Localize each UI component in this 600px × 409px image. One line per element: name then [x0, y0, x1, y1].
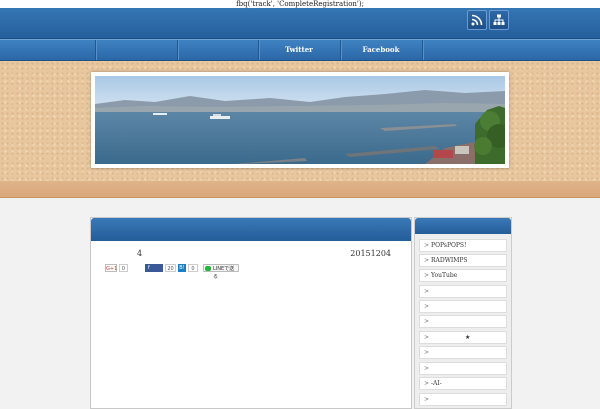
- sidebar-item[interactable]: >: [419, 315, 507, 328]
- sidebar-header-bar: [415, 218, 511, 234]
- post-date: 20151204: [350, 249, 391, 258]
- nav-divider: [422, 40, 423, 60]
- sidebar-item-marker: >: [424, 380, 430, 387]
- nav-item-facebook[interactable]: Facebook: [341, 40, 421, 60]
- main-nav: Twitter Facebook: [0, 39, 600, 61]
- sidebar-item-marker: >: [424, 318, 430, 325]
- hatena-bookmark-count: 0: [188, 264, 198, 272]
- sidebar-item-marker: >: [424, 365, 430, 372]
- sidebar-item-marker: >: [424, 288, 430, 295]
- sidebar-item-marker: >: [424, 303, 430, 310]
- line-icon: [205, 266, 211, 271]
- sidebar-item-label: ★: [465, 334, 471, 341]
- sand-strip: [0, 181, 600, 198]
- post-title[interactable]: 4: [137, 249, 142, 258]
- sidebar-item-marker: >: [424, 242, 430, 249]
- nav-item-1[interactable]: [97, 40, 177, 60]
- sidebar-item-marker: >: [424, 257, 430, 264]
- line-share-label: LINEで送る: [213, 266, 235, 280]
- hatena-bookmark-button[interactable]: B!: [178, 264, 186, 272]
- sidebar-item[interactable]: > RADWIMPS: [419, 254, 507, 267]
- banner-frame: [91, 72, 509, 168]
- nav-item-twitter[interactable]: Twitter: [259, 40, 339, 60]
- sidebar-item-label: YouTube: [431, 272, 458, 279]
- google-plus-button[interactable]: G+1: [105, 264, 117, 272]
- sidebar-item-marker: >: [424, 334, 430, 341]
- sidebar-item-marker: >: [424, 349, 430, 356]
- sitemap-icon[interactable]: [489, 10, 509, 30]
- sidebar-item[interactable]: >: [419, 346, 507, 359]
- seaside-photo: [95, 76, 505, 164]
- top-script-text: fbq('track', 'CompleteRegistration');: [0, 0, 600, 8]
- nav-item-2[interactable]: [178, 40, 258, 60]
- sidebar-item[interactable]: >: [419, 300, 507, 313]
- line-share-button[interactable]: LINEで送る: [203, 264, 239, 280]
- sidebar-item[interactable]: > POPsPOPS!: [419, 239, 507, 252]
- rss-icon[interactable]: [467, 10, 487, 30]
- sidebar-item[interactable]: > YouTube: [419, 269, 507, 282]
- sidebar-item-label: -AI-: [431, 380, 442, 387]
- google-plus-count: 0: [119, 264, 128, 272]
- sidebar-item-label: POPsPOPS!: [431, 242, 467, 249]
- facebook-share-button[interactable]: f: [145, 264, 163, 272]
- main-header-bar: [91, 218, 411, 241]
- sidebar-item-marker: >: [424, 272, 430, 279]
- sidebar-item[interactable]: >: [419, 285, 507, 298]
- facebook-share-count: 20: [165, 264, 176, 272]
- sidebar-item-label: RADWIMPS: [431, 257, 468, 264]
- sidebar-item[interactable]: > -AI-: [419, 377, 507, 390]
- site-header: [0, 8, 600, 39]
- sidebar-item[interactable]: >: [419, 362, 507, 375]
- main-content: 4 20151204 G+1 0 f 20 B! 0 LINEで送る: [90, 217, 412, 409]
- nav-divider: [95, 40, 96, 60]
- sidebar-item[interactable]: > ★: [419, 331, 507, 344]
- sidebar: > POPsPOPS! > RADWIMPS > YouTube > > > > ★ > > > -AI- >: [414, 217, 512, 409]
